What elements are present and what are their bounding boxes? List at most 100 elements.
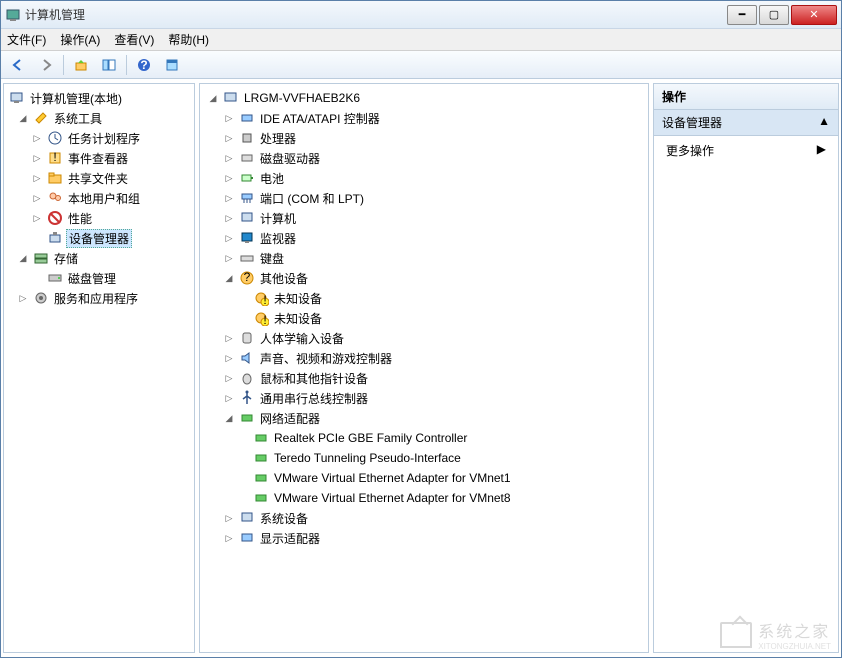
nav-devmgr[interactable]: 设备管理器 xyxy=(6,228,192,248)
dev-nic1[interactable]: Realtek PCIe GBE Family Controller xyxy=(202,428,646,448)
nic-icon xyxy=(253,490,269,506)
actions-subheader[interactable]: 设备管理器 ▲ xyxy=(654,110,838,136)
collapse-icon[interactable]: ◢ xyxy=(206,91,220,105)
dev-disk[interactable]: ▷磁盘驱动器 xyxy=(202,148,646,168)
up-button[interactable] xyxy=(70,54,92,76)
expand-icon[interactable]: ▷ xyxy=(222,131,236,145)
collapse-icon[interactable]: ◢ xyxy=(16,111,30,125)
dev-hid[interactable]: ▷人体学输入设备 xyxy=(202,328,646,348)
nav-perf[interactable]: ▷ 性能 xyxy=(6,208,192,228)
nav-eventvwr[interactable]: ▷ ! 事件查看器 xyxy=(6,148,192,168)
forward-button[interactable] xyxy=(35,54,57,76)
collapse-icon[interactable]: ◢ xyxy=(222,411,236,425)
expand-icon[interactable]: ▷ xyxy=(30,191,44,205)
expand-icon[interactable]: ▷ xyxy=(222,251,236,265)
expand-icon[interactable]: ▷ xyxy=(222,111,236,125)
expand-icon[interactable]: ▷ xyxy=(222,151,236,165)
dev-system[interactable]: ▷系统设备 xyxy=(202,508,646,528)
collapse-icon[interactable]: ◢ xyxy=(16,251,30,265)
dev-monitor[interactable]: ▷监视器 xyxy=(202,228,646,248)
close-button[interactable]: ✕ xyxy=(791,5,837,25)
computer-icon xyxy=(223,90,239,106)
expand-icon[interactable]: ▷ xyxy=(222,171,236,185)
port-icon xyxy=(239,190,255,206)
nav-tasksched[interactable]: ▷ 任务计划程序 xyxy=(6,128,192,148)
dev-nic3[interactable]: VMware Virtual Ethernet Adapter for VMne… xyxy=(202,468,646,488)
svg-text:?: ? xyxy=(140,58,147,72)
disk-icon xyxy=(47,270,63,286)
dev-computer-cat[interactable]: ▷计算机 xyxy=(202,208,646,228)
expand-icon[interactable]: ▷ xyxy=(222,391,236,405)
disk-drive-icon xyxy=(239,150,255,166)
dev-cpu[interactable]: ▷处理器 xyxy=(202,128,646,148)
menu-view[interactable]: 查看(V) xyxy=(114,31,154,48)
expand-icon[interactable]: ▷ xyxy=(16,291,30,305)
actions-header: 操作 xyxy=(654,84,838,110)
dev-network[interactable]: ◢网络适配器 xyxy=(202,408,646,428)
nav-systools[interactable]: ◢ 系统工具 xyxy=(6,108,192,128)
system-icon xyxy=(239,510,255,526)
dev-computer-root[interactable]: ◢ LRGM-VVFHAEB2K6 xyxy=(202,88,646,108)
menu-action[interactable]: 操作(A) xyxy=(60,31,100,48)
expand-icon[interactable]: ▷ xyxy=(222,531,236,545)
minimize-button[interactable]: ━ xyxy=(727,5,757,25)
hid-icon xyxy=(239,330,255,346)
back-button[interactable] xyxy=(7,54,29,76)
nav-shared[interactable]: ▷ 共享文件夹 xyxy=(6,168,192,188)
dev-keyboard[interactable]: ▷键盘 xyxy=(202,248,646,268)
collapse-icon[interactable]: ◢ xyxy=(222,271,236,285)
svg-text:!: ! xyxy=(263,293,266,306)
dev-unknown2[interactable]: !未知设备 xyxy=(202,308,646,328)
expand-icon[interactable]: ▷ xyxy=(222,211,236,225)
properties-button[interactable] xyxy=(161,54,183,76)
nav-root[interactable]: 计算机管理(本地) xyxy=(6,88,192,108)
expand-icon[interactable]: ▷ xyxy=(222,351,236,365)
device-tree-pane: ◢ LRGM-VVFHAEB2K6 ▷IDE ATA/ATAPI 控制器 ▷处理… xyxy=(199,83,649,653)
dev-mouse[interactable]: ▷鼠标和其他指针设备 xyxy=(202,368,646,388)
expand-icon[interactable]: ▷ xyxy=(222,331,236,345)
expand-icon[interactable]: ▷ xyxy=(222,191,236,205)
dev-unknown1[interactable]: !未知设备 xyxy=(202,288,646,308)
expand-icon[interactable]: ▷ xyxy=(222,231,236,245)
nav-storage[interactable]: ◢ 存储 xyxy=(6,248,192,268)
expand-icon[interactable]: ▷ xyxy=(30,171,44,185)
dev-other[interactable]: ◢?其他设备 xyxy=(202,268,646,288)
warning-icon: ! xyxy=(253,290,269,306)
cpu-icon xyxy=(239,130,255,146)
dev-usb[interactable]: ▷通用串行总线控制器 xyxy=(202,388,646,408)
expand-icon[interactable]: ▷ xyxy=(222,511,236,525)
menubar: 文件(F) 操作(A) 查看(V) 帮助(H) xyxy=(1,29,841,51)
dev-nic2[interactable]: Teredo Tunneling Pseudo-Interface xyxy=(202,448,646,468)
monitor-icon xyxy=(239,230,255,246)
storage-icon xyxy=(33,250,49,266)
battery-icon xyxy=(239,170,255,186)
computer-management-window: 计算机管理 ━ ▢ ✕ 文件(F) 操作(A) 查看(V) 帮助(H) ? 计算… xyxy=(0,0,842,658)
dev-display[interactable]: ▷显示适配器 xyxy=(202,528,646,548)
dev-battery[interactable]: ▷电池 xyxy=(202,168,646,188)
dev-sound[interactable]: ▷声音、视频和游戏控制器 xyxy=(202,348,646,368)
expand-icon[interactable]: ▷ xyxy=(30,211,44,225)
collapse-arrow-icon: ▲ xyxy=(818,114,830,131)
actions-pane: 操作 设备管理器 ▲ 更多操作 ▶ xyxy=(653,83,839,653)
dev-ide[interactable]: ▷IDE ATA/ATAPI 控制器 xyxy=(202,108,646,128)
menu-file[interactable]: 文件(F) xyxy=(7,31,46,48)
help-button[interactable]: ? xyxy=(133,54,155,76)
expand-icon[interactable]: ▷ xyxy=(222,371,236,385)
app-icon xyxy=(5,7,21,23)
menu-help[interactable]: 帮助(H) xyxy=(168,31,209,48)
devmgr-icon xyxy=(47,230,63,246)
actions-more[interactable]: 更多操作 ▶ xyxy=(654,136,838,165)
device-tree: ◢ LRGM-VVFHAEB2K6 ▷IDE ATA/ATAPI 控制器 ▷处理… xyxy=(200,84,648,552)
maximize-button[interactable]: ▢ xyxy=(759,5,789,25)
svg-text:!: ! xyxy=(53,150,56,164)
expand-icon[interactable]: ▷ xyxy=(30,151,44,165)
nav-localusers[interactable]: ▷ 本地用户和组 xyxy=(6,188,192,208)
dev-nic4[interactable]: VMware Virtual Ethernet Adapter for VMne… xyxy=(202,488,646,508)
nav-services[interactable]: ▷ 服务和应用程序 xyxy=(6,288,192,308)
show-hide-tree-button[interactable] xyxy=(98,54,120,76)
nic-icon xyxy=(253,470,269,486)
expand-icon[interactable]: ▷ xyxy=(30,131,44,145)
ide-icon xyxy=(239,110,255,126)
dev-ports[interactable]: ▷端口 (COM 和 LPT) xyxy=(202,188,646,208)
nav-diskmgmt[interactable]: 磁盘管理 xyxy=(6,268,192,288)
